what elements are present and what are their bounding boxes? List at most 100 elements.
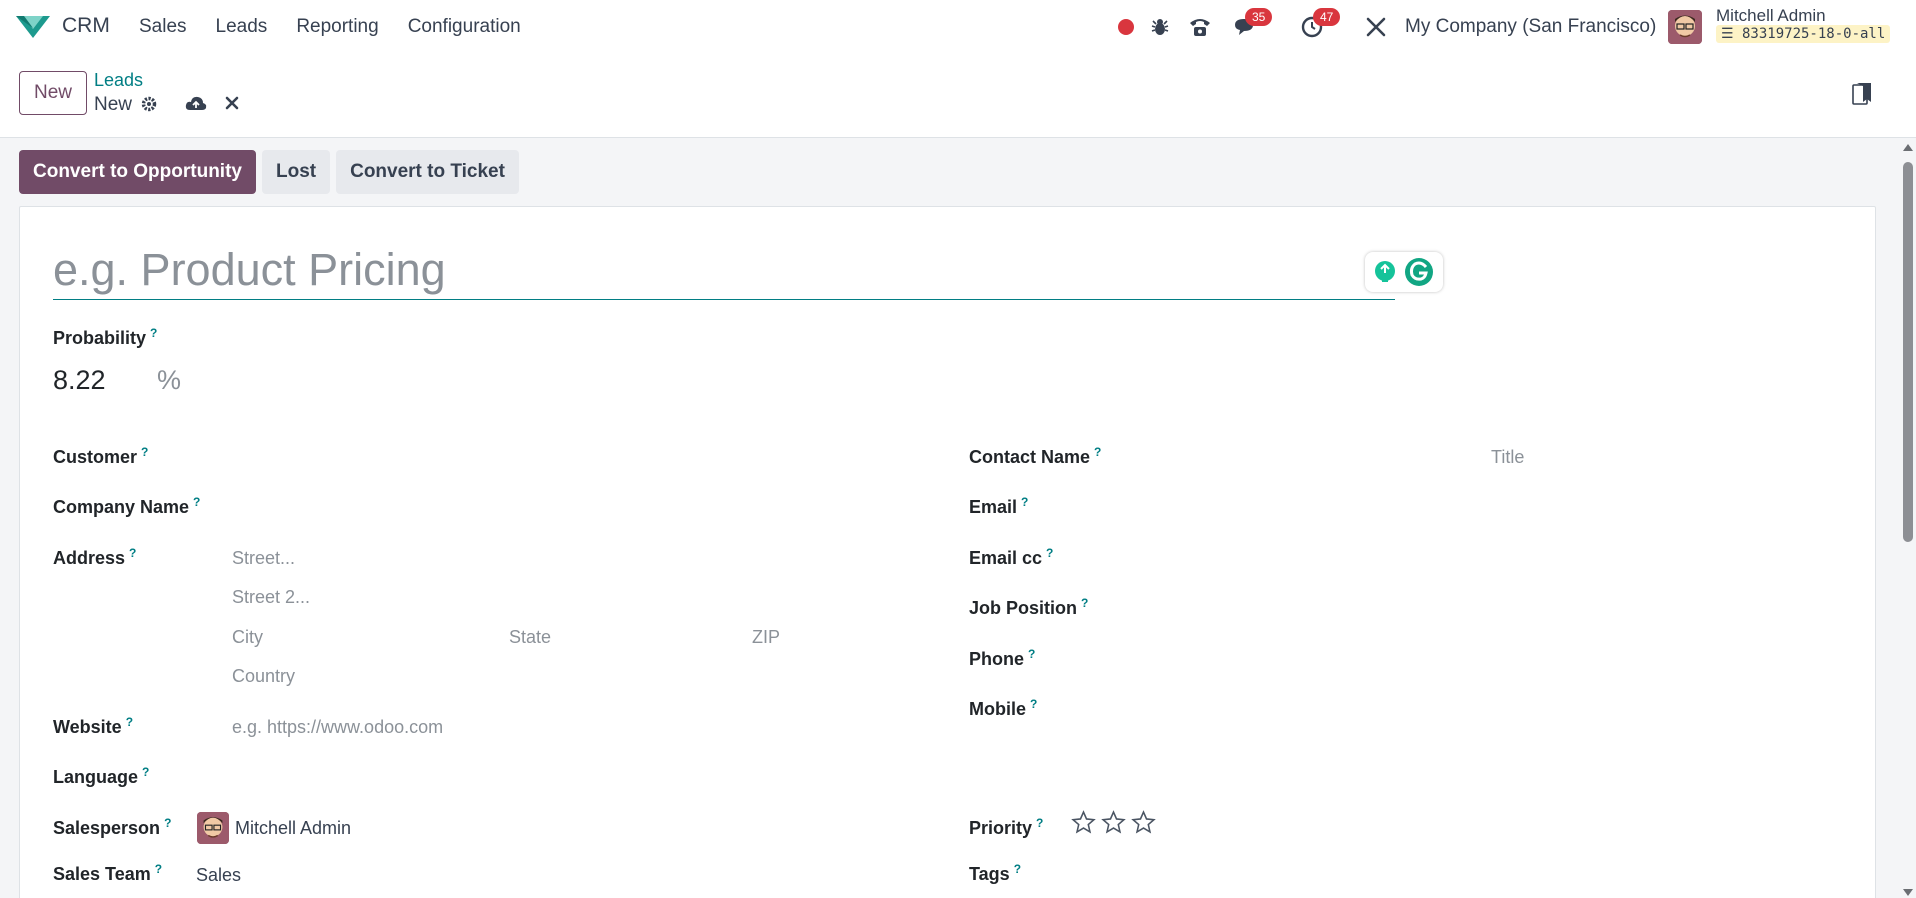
mobile-label-text: Mobile [969, 699, 1026, 719]
contact-title-input[interactable]: Title [1491, 447, 1524, 468]
help-icon[interactable]: ? [164, 816, 171, 830]
help-icon[interactable]: ? [129, 546, 136, 560]
user-face-icon [1668, 10, 1702, 44]
convert-to-opportunity-button[interactable]: Convert to Opportunity [19, 150, 256, 194]
help-icon[interactable]: ? [126, 715, 133, 729]
debug-bug-icon[interactable] [1147, 14, 1173, 40]
phone-icon[interactable] [1187, 14, 1213, 40]
salesperson-face-icon [197, 812, 229, 844]
priority-label-text: Priority [969, 818, 1033, 838]
job-position-label-text: Job Position [969, 598, 1077, 618]
activities-icon[interactable]: 47 [1299, 8, 1341, 40]
user-name[interactable]: Mitchell Admin [1716, 6, 1826, 26]
address-label-text: Address [53, 548, 126, 568]
control-panel: New Leads New [0, 54, 1916, 138]
app-brand[interactable]: CRM [14, 12, 110, 40]
x-icon [225, 96, 239, 110]
probability-unit: % [157, 365, 182, 395]
company-name-label: Company Name? [53, 495, 200, 518]
scrollbar-thumb[interactable] [1903, 162, 1913, 542]
lost-button[interactable]: Lost [261, 150, 331, 194]
help-icon[interactable]: ? [1081, 596, 1088, 610]
help-icon[interactable]: ? [1014, 862, 1021, 876]
website-input[interactable]: e.g. https://www.odoo.com [232, 717, 443, 738]
state-input[interactable]: State [509, 627, 551, 648]
probability-input[interactable]: 8.22 [53, 365, 106, 396]
priority-label: Priority? [969, 816, 1043, 839]
salesperson-label: Salesperson? [53, 816, 171, 839]
salesperson-avatar [197, 812, 229, 844]
help-icon[interactable]: ? [155, 862, 162, 876]
scroll-up-arrow-icon[interactable] [1903, 144, 1913, 151]
help-icon[interactable]: ? [1036, 816, 1043, 830]
website-label: Website? [53, 715, 133, 738]
phone-label: Phone? [969, 647, 1035, 670]
gear-shape-icon [141, 96, 157, 112]
activities-badge: 47 [1313, 8, 1341, 26]
priority-stars [1071, 810, 1156, 835]
record-dot-icon [1118, 19, 1134, 35]
database-badge: ☰ 83319725-18-0-all [1716, 25, 1891, 43]
help-icon[interactable]: ? [193, 495, 200, 509]
menu-reporting[interactable]: Reporting [296, 16, 378, 38]
lead-title-input[interactable]: e.g. Product Pricing [53, 240, 1443, 300]
help-icon[interactable]: ? [1021, 495, 1028, 509]
user-avatar[interactable] [1668, 10, 1702, 44]
website-label-text: Website [53, 717, 122, 737]
city-input[interactable]: City [232, 627, 263, 648]
probability-label: Probability? [53, 326, 157, 349]
discard-close-icon[interactable] [224, 95, 240, 116]
street-input[interactable]: Street... [232, 548, 295, 569]
save-cloud-icon[interactable] [185, 95, 207, 118]
cloud-upload-icon [185, 96, 207, 110]
grammarly-icons [1375, 258, 1433, 286]
chatter-toggle-icon[interactable] [1852, 82, 1872, 106]
star-icon[interactable] [1101, 810, 1126, 835]
country-input[interactable]: Country [232, 666, 295, 687]
breadcrumb-leads[interactable]: Leads [94, 70, 143, 91]
salesperson-input[interactable]: Mitchell Admin [235, 818, 351, 839]
email-cc-label: Email cc? [969, 546, 1053, 569]
sales-team-input[interactable]: Sales [196, 865, 241, 886]
email-cc-label-text: Email cc [969, 548, 1043, 568]
sales-team-label: Sales Team? [53, 862, 162, 885]
app-name: CRM [62, 14, 110, 37]
messages-icon[interactable]: 35 [1231, 8, 1273, 40]
record-icon[interactable] [1113, 14, 1139, 40]
salesperson-label-text: Salesperson [53, 818, 161, 838]
help-icon[interactable]: ? [1030, 697, 1037, 711]
customer-label-text: Customer [53, 447, 138, 467]
tags-label-text: Tags [969, 864, 1010, 884]
lead-title-placeholder: e.g. Product Pricing [53, 244, 446, 295]
street2-input[interactable]: Street 2... [232, 587, 310, 608]
settings-tools-icon[interactable] [1363, 14, 1389, 40]
gear-icon[interactable] [140, 95, 158, 118]
help-icon[interactable]: ? [141, 445, 148, 459]
menu-leads[interactable]: Leads [216, 16, 268, 38]
probability-label-text: Probability [53, 328, 147, 348]
scroll-down-arrow-icon[interactable] [1903, 889, 1913, 896]
help-icon[interactable]: ? [1094, 445, 1101, 459]
email-label: Email? [969, 495, 1028, 518]
help-icon[interactable]: ? [1028, 647, 1035, 661]
customer-label: Customer? [53, 445, 148, 468]
help-icon[interactable]: ? [150, 326, 157, 340]
main-menu: Sales Leads Reporting Configuration [139, 16, 550, 38]
email-label-text: Email [969, 497, 1018, 517]
new-button[interactable]: New [19, 71, 87, 115]
menu-configuration[interactable]: Configuration [408, 16, 521, 38]
mobile-label: Mobile? [969, 697, 1037, 720]
company-switcher[interactable]: My Company (San Francisco) [1405, 16, 1656, 38]
help-icon[interactable]: ? [142, 765, 149, 779]
menu-sales[interactable]: Sales [139, 16, 187, 38]
wrench-screwdriver-icon [1366, 17, 1386, 37]
database-icon: ☰ [1721, 26, 1734, 42]
star-icon[interactable] [1131, 810, 1156, 835]
sales-team-label-text: Sales Team [53, 864, 151, 884]
help-icon[interactable]: ? [1046, 546, 1053, 560]
grammarly-widget[interactable] [1365, 252, 1443, 292]
star-icon[interactable] [1071, 810, 1096, 835]
company-name-label-text: Company Name [53, 497, 190, 517]
convert-to-ticket-button[interactable]: Convert to Ticket [336, 150, 519, 194]
zip-input[interactable]: ZIP [752, 627, 780, 648]
